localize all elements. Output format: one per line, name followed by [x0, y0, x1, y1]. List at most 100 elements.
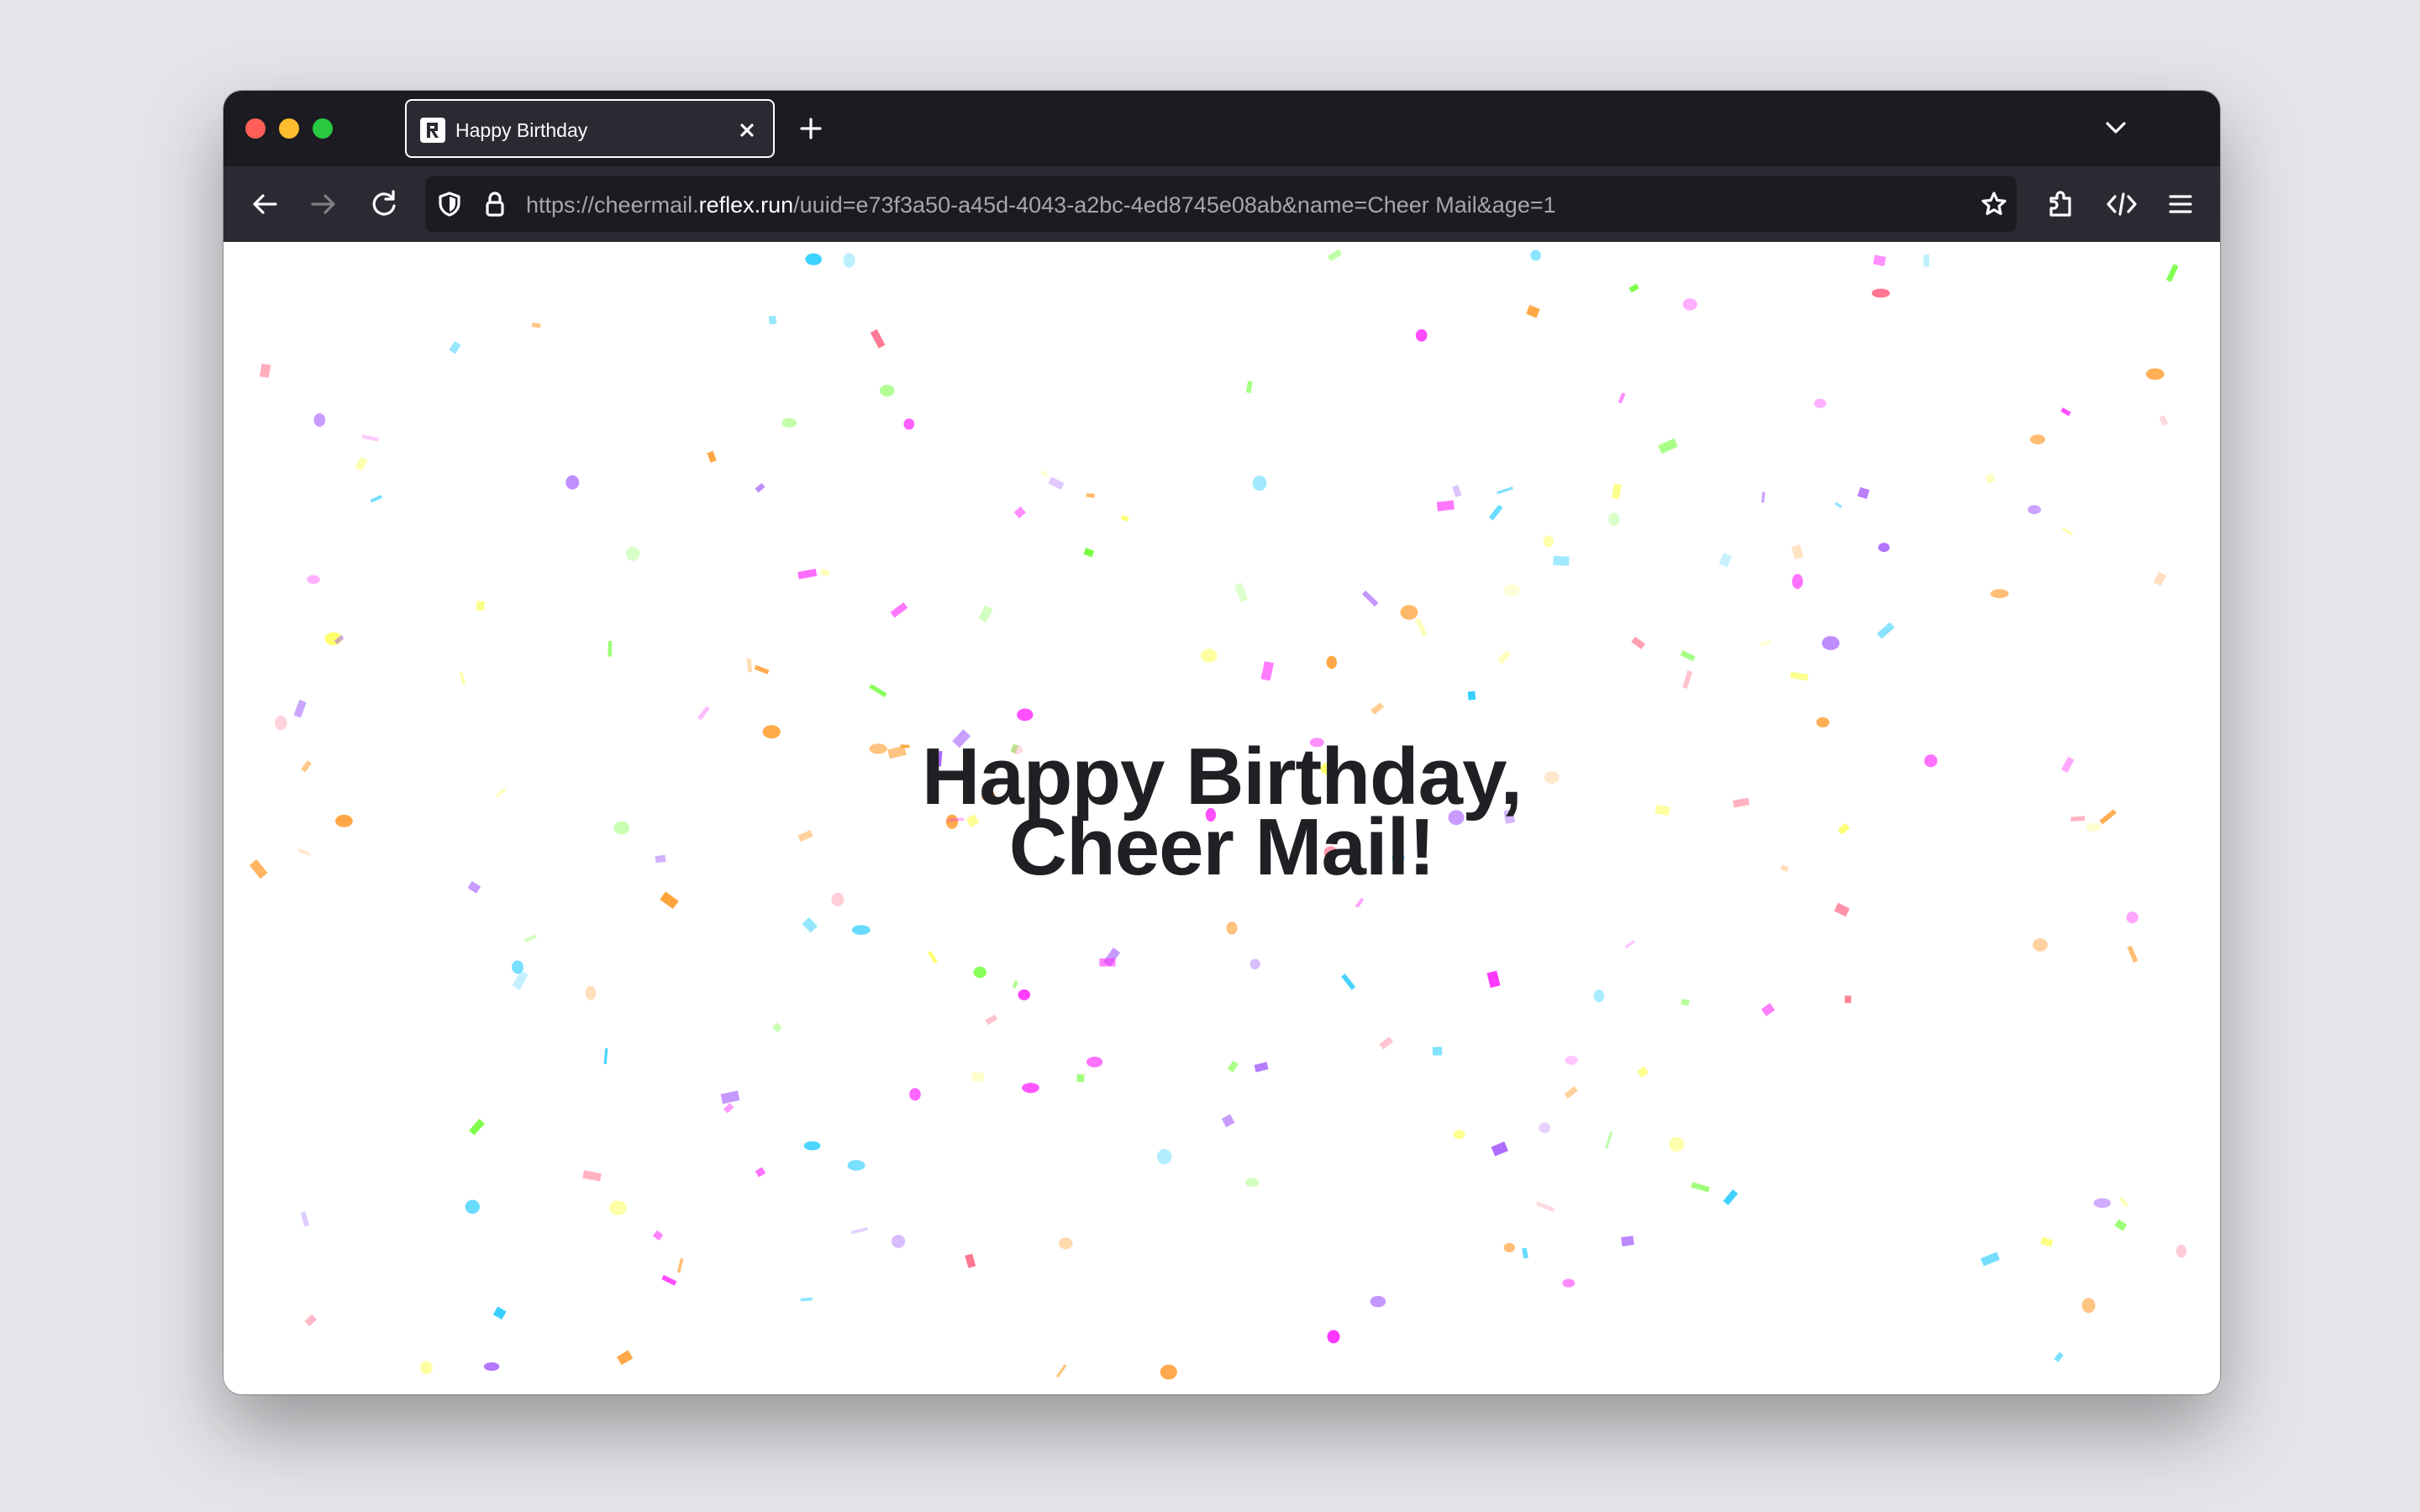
confetti-piece: [1361, 590, 1379, 607]
confetti-piece: [2118, 1196, 2128, 1208]
confetti-piece: [1245, 1178, 1260, 1187]
confetti-piece: [1790, 671, 1809, 681]
confetti-piece: [1564, 1085, 1578, 1099]
confetti-piece: [1759, 639, 1772, 647]
confetti-piece: [869, 684, 887, 698]
confetti-piece: [1682, 298, 1697, 311]
confetti-piece: [1076, 1074, 1085, 1083]
maximize-window-button[interactable]: [313, 118, 333, 139]
confetti-piece: [370, 495, 383, 503]
confetti-piece: [1086, 1057, 1103, 1068]
confetti-piece: [1682, 670, 1693, 689]
extensions-icon[interactable]: [2042, 185, 2081, 223]
confetti-piece: [1488, 504, 1503, 521]
confetti-piece: [660, 891, 679, 910]
lock-icon[interactable]: [481, 190, 509, 218]
developer-tools-icon[interactable]: [2102, 185, 2141, 223]
confetti-piece: [781, 417, 797, 428]
birthday-greeting: Happy Birthday, Cheer Mail!: [224, 737, 2220, 888]
confetti-piece: [1611, 483, 1622, 500]
confetti-piece: [1467, 690, 1476, 701]
confetti-piece: [1341, 974, 1356, 990]
confetti-piece: [1814, 398, 1827, 408]
confetti-piece: [1873, 255, 1886, 266]
confetti-piece: [1562, 1278, 1576, 1288]
confetti-piece: [892, 1235, 906, 1248]
confetti-piece: [512, 960, 523, 974]
navigation-toolbar: https://cheermail.reflex.run/uuid=e73f3a…: [224, 166, 2220, 242]
confetti-piece: [2093, 1198, 2112, 1208]
confetti-piece: [1822, 636, 1840, 650]
confetti-piece: [293, 700, 307, 718]
confetti-piece: [1608, 512, 1620, 527]
new-tab-icon[interactable]: [795, 113, 827, 144]
confetti-piece: [1565, 1055, 1578, 1065]
confetti-piece: [973, 966, 986, 979]
confetti-piece: [2165, 264, 2179, 282]
confetti-piece: [1816, 717, 1830, 727]
confetti-piece: [1539, 1122, 1551, 1133]
confetti-piece: [903, 418, 915, 430]
hamburger-menu-icon[interactable]: [2161, 185, 2200, 223]
confetti-piece: [585, 985, 597, 1000]
confetti-piece: [1370, 702, 1385, 715]
confetti-piece: [978, 605, 993, 623]
confetti-piece: [2126, 911, 2139, 924]
title-bar: Happy Birthday: [224, 91, 2220, 166]
confetti-piece: [851, 925, 871, 935]
confetti-piece: [797, 569, 818, 580]
forward-arrow-icon[interactable]: [304, 185, 343, 223]
confetti-piece: [870, 328, 886, 349]
confetti-piece: [1981, 1252, 2000, 1267]
confetti-piece: [1990, 589, 2009, 599]
confetti-piece: [449, 341, 461, 354]
confetti-piece: [1553, 555, 1570, 566]
confetti-piece: [2054, 1352, 2064, 1362]
confetti-piece: [2081, 1298, 2096, 1314]
confetti-piece: [1083, 547, 1095, 558]
address-bar[interactable]: https://cheermail.reflex.run/uuid=e73f3a…: [425, 176, 2017, 232]
back-arrow-icon[interactable]: [245, 185, 284, 223]
confetti-piece: [1252, 475, 1267, 491]
confetti-piece: [1593, 990, 1605, 1003]
confetti-piece: [1254, 1062, 1269, 1073]
confetti-piece: [1680, 650, 1696, 662]
confetti-piece: [2175, 1244, 2187, 1258]
tab-happy-birthday[interactable]: Happy Birthday: [405, 99, 775, 158]
confetti-piece: [1503, 1242, 1516, 1252]
confetti-piece: [608, 641, 613, 657]
list-all-tabs-icon[interactable]: [2099, 111, 2133, 144]
confetti-piece: [469, 1118, 485, 1136]
tracking-shield-icon[interactable]: [435, 190, 464, 218]
close-tab-icon[interactable]: [733, 116, 761, 144]
minimize-window-button[interactable]: [279, 118, 299, 139]
confetti-piece: [275, 716, 287, 731]
confetti-piece: [762, 725, 781, 739]
confetti-piece: [831, 892, 844, 906]
confetti-piece: [755, 483, 765, 493]
confetti-piece: [2030, 434, 2045, 444]
url-text[interactable]: https://cheermail.reflex.run/uuid=e73f3a…: [526, 192, 1556, 218]
confetti-piece: [1099, 958, 1116, 967]
close-window-button[interactable]: [245, 118, 266, 139]
confetti-piece: [1833, 902, 1850, 917]
confetti-piece: [313, 413, 326, 427]
bookmark-star-icon[interactable]: [1980, 190, 2008, 218]
confetti-piece: [307, 575, 320, 585]
reload-icon[interactable]: [365, 185, 403, 223]
confetti-piece: [1876, 622, 1895, 639]
confetti-piece: [2145, 368, 2165, 381]
confetti-piece: [1791, 544, 1804, 560]
confetti-piece: [1628, 283, 1639, 293]
confetti-piece: [746, 658, 753, 673]
confetti-piece: [819, 568, 830, 577]
confetti-piece: [1669, 1137, 1685, 1152]
confetti-piece: [1013, 506, 1026, 519]
confetti-piece: [720, 1090, 740, 1105]
confetti-piece: [1012, 980, 1018, 989]
confetti-piece: [1059, 1237, 1073, 1250]
confetti-piece: [603, 1047, 608, 1064]
confetti-piece: [1486, 970, 1501, 989]
confetti-piece: [1631, 636, 1646, 650]
confetti-piece: [985, 1014, 998, 1026]
